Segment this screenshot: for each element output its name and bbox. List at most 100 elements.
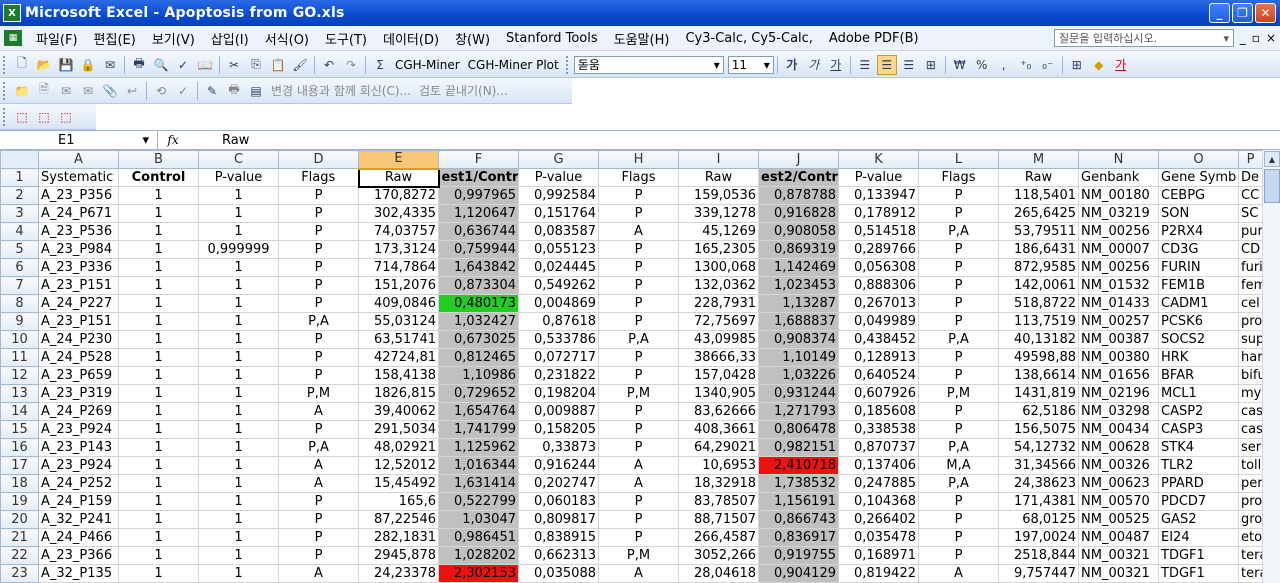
cell[interactable]: A xyxy=(278,456,359,475)
menu-view[interactable]: 보기(V) xyxy=(144,29,203,48)
cell[interactable]: 158,4138 xyxy=(358,366,439,385)
cell[interactable]: P xyxy=(598,420,679,439)
cell[interactable]: 151,2076 xyxy=(358,276,439,295)
cell[interactable]: A_23_P924 xyxy=(38,420,119,439)
cell[interactable]: A_32_P241 xyxy=(38,510,119,529)
cell[interactable]: 0,198204 xyxy=(518,384,599,403)
cell[interactable]: 0,870737 xyxy=(838,438,919,457)
cell[interactable]: 0,640524 xyxy=(838,366,919,385)
cell[interactable]: 55,03124 xyxy=(358,312,439,331)
cell[interactable]: NM_00380 xyxy=(1078,348,1159,367)
cell[interactable]: 1 xyxy=(198,222,279,241)
cell[interactable]: CC xyxy=(1238,186,1263,205)
cell[interactable]: 1,13287 xyxy=(758,294,839,313)
cell[interactable]: MCL1 xyxy=(1158,384,1239,403)
cell[interactable]: CADM1 xyxy=(1158,294,1239,313)
cell[interactable]: 0,636744 xyxy=(438,222,519,241)
cell[interactable]: 1,631414 xyxy=(438,474,519,493)
cell[interactable]: 10,6953 xyxy=(678,456,759,475)
cell[interactable]: 1 xyxy=(198,294,279,313)
cell[interactable]: 0,992584 xyxy=(518,186,599,205)
row-header[interactable]: 20 xyxy=(0,510,39,529)
cell[interactable]: cas xyxy=(1238,402,1263,421)
cell[interactable]: 1 xyxy=(118,312,199,331)
cell[interactable]: 1 xyxy=(198,366,279,385)
cell[interactable]: P xyxy=(598,294,679,313)
cell[interactable]: CD xyxy=(1238,240,1263,259)
cell[interactable]: 0,982151 xyxy=(758,438,839,457)
cell[interactable]: NM_00628 xyxy=(1078,438,1159,457)
cell[interactable]: P xyxy=(598,510,679,529)
cell[interactable]: 170,8272 xyxy=(358,186,439,205)
cell[interactable]: 0,060183 xyxy=(518,492,599,511)
cell[interactable]: 265,6425 xyxy=(998,204,1079,223)
cell[interactable]: my xyxy=(1238,384,1263,403)
cell[interactable]: CASP3 xyxy=(1158,420,1239,439)
cell[interactable]: 0,049989 xyxy=(838,312,919,331)
cell[interactable]: 0,836917 xyxy=(758,528,839,547)
cell[interactable]: P xyxy=(918,294,999,313)
cell[interactable]: A xyxy=(278,474,359,493)
cell[interactable]: P,A xyxy=(598,330,679,349)
cell[interactable]: P xyxy=(278,204,359,223)
cell[interactable]: 156,5075 xyxy=(998,420,1079,439)
cell[interactable]: furi xyxy=(1238,258,1263,277)
spelling-icon[interactable]: ✓ xyxy=(173,55,193,75)
column-header[interactable]: D xyxy=(278,150,359,169)
cell[interactable]: 1 xyxy=(118,510,199,529)
italic-button[interactable]: 가 xyxy=(804,55,824,75)
cell[interactable]: P xyxy=(278,276,359,295)
cell[interactable]: per xyxy=(1238,474,1263,493)
cell[interactable]: 1,10986 xyxy=(438,366,519,385)
fill-color-icon[interactable]: ◆ xyxy=(1089,55,1109,75)
cell[interactable]: De xyxy=(1238,168,1263,187)
cell[interactable]: 49598,88 xyxy=(998,348,1079,367)
cell[interactable]: NM_00387 xyxy=(1078,330,1159,349)
cell[interactable]: NM_00180 xyxy=(1078,186,1159,205)
cell[interactable]: P xyxy=(278,528,359,547)
menu-format[interactable]: 서식(O) xyxy=(257,29,317,48)
cell[interactable]: 39,40062 xyxy=(358,402,439,421)
row-header[interactable]: 13 xyxy=(0,384,39,403)
cell[interactable]: toll xyxy=(1238,456,1263,475)
cell[interactable]: 0,549262 xyxy=(518,276,599,295)
cell[interactable]: TLR2 xyxy=(1158,456,1239,475)
cell[interactable]: 18,32918 xyxy=(678,474,759,493)
menu-window[interactable]: 창(W) xyxy=(447,29,498,48)
cell[interactable]: A_23_P366 xyxy=(38,546,119,565)
cell[interactable]: 0,533786 xyxy=(518,330,599,349)
cgh-miner-plot-button[interactable]: CGH-Miner Plot xyxy=(464,58,563,72)
review-folder-icon[interactable]: 📁 xyxy=(12,81,32,101)
cell[interactable]: 2,410718 xyxy=(758,456,839,475)
pdf-review-icon[interactable]: ⬚ xyxy=(56,107,76,127)
cell[interactable]: PDCD7 xyxy=(1158,492,1239,511)
cell[interactable]: 0,908374 xyxy=(758,330,839,349)
cell[interactable]: Systematic xyxy=(38,168,119,187)
doc-restore-button[interactable]: ▫ xyxy=(1252,31,1260,45)
column-header[interactable]: K xyxy=(838,150,919,169)
cell[interactable]: 1 xyxy=(198,312,279,331)
cell[interactable]: P xyxy=(918,258,999,277)
cell[interactable]: NM_00525 xyxy=(1078,510,1159,529)
column-header[interactable]: O xyxy=(1158,150,1239,169)
cell[interactable]: 1 xyxy=(118,204,199,223)
cell[interactable]: pro xyxy=(1238,492,1263,511)
cell[interactable]: 0,916244 xyxy=(518,456,599,475)
cell[interactable]: 1340,905 xyxy=(678,384,759,403)
scroll-thumb[interactable] xyxy=(1264,169,1280,203)
review-track-icon[interactable]: ⟲ xyxy=(151,81,171,101)
cell[interactable]: 1,654764 xyxy=(438,402,519,421)
cell[interactable]: 1 xyxy=(198,528,279,547)
column-header[interactable]: J xyxy=(758,150,839,169)
cell[interactable]: STK4 xyxy=(1158,438,1239,457)
cell[interactable]: 0,873304 xyxy=(438,276,519,295)
function-icon[interactable]: fx xyxy=(158,133,188,147)
cell[interactable]: Flags xyxy=(598,168,679,187)
name-box[interactable]: E1 ▾ xyxy=(0,131,158,149)
chevron-down-icon[interactable]: ▾ xyxy=(1223,32,1229,45)
bold-button[interactable]: 가 xyxy=(782,55,802,75)
cell[interactable]: P xyxy=(918,276,999,295)
cell[interactable]: 0,888306 xyxy=(838,276,919,295)
cell[interactable]: CASP2 xyxy=(1158,402,1239,421)
cell[interactable]: 1 xyxy=(198,384,279,403)
